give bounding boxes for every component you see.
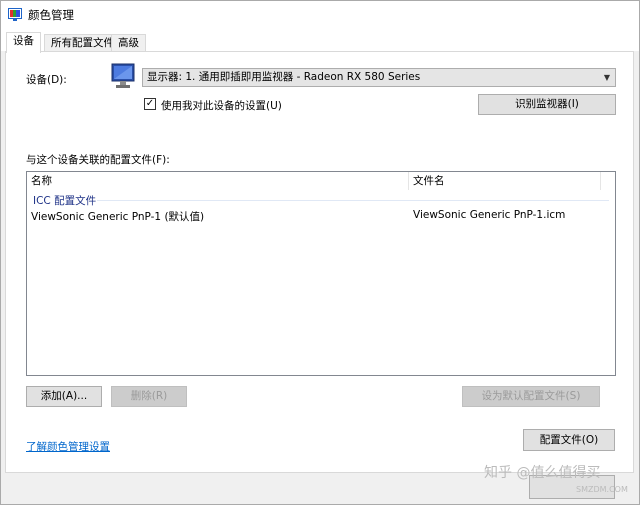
learn-more-link[interactable]: 了解颜色管理设置 bbox=[26, 439, 110, 454]
color-management-window: 颜色管理 设备 所有配置文件 高级 设备(D): 显示器: 1. 通用即插即用监… bbox=[0, 0, 640, 505]
watermark-url: SMZDM.COM bbox=[576, 485, 628, 494]
column-header-name[interactable]: 名称 bbox=[27, 172, 409, 190]
group-divider bbox=[97, 200, 609, 201]
profile-row-file[interactable]: ViewSonic Generic PnP-1.icm bbox=[413, 209, 565, 221]
device-select-value: 显示器: 1. 通用即插即用监视器 - Radeon RX 580 Series bbox=[147, 71, 421, 83]
identify-monitor-button[interactable]: 识别监视器(I) bbox=[478, 94, 616, 115]
device-select[interactable]: 显示器: 1. 通用即插即用监视器 - Radeon RX 580 Series… bbox=[142, 68, 616, 87]
tab-advanced[interactable]: 高级 bbox=[111, 34, 146, 52]
remove-button[interactable]: 删除(R) bbox=[111, 386, 187, 407]
set-default-button[interactable]: 设为默认配置文件(S) bbox=[462, 386, 600, 407]
device-label: 设备(D): bbox=[26, 74, 67, 86]
profiles-button[interactable]: 配置文件(O) bbox=[523, 429, 615, 451]
tab-device[interactable]: 设备 bbox=[6, 32, 41, 53]
monitor-icon bbox=[111, 63, 135, 88]
watermark-text: 知乎 @值么值得买 bbox=[484, 465, 601, 481]
use-settings-checkbox[interactable]: ✓ bbox=[144, 98, 156, 110]
chevron-down-icon: ▼ bbox=[603, 73, 610, 82]
color-management-icon bbox=[8, 8, 22, 21]
column-header-filename[interactable]: 文件名 bbox=[409, 172, 601, 190]
use-settings-label[interactable]: 使用我对此设备的设置(U) bbox=[161, 98, 282, 113]
profiles-label: 与这个设备关联的配置文件(F): bbox=[26, 154, 170, 166]
profile-row-name[interactable]: ViewSonic Generic PnP-1 (默认值) bbox=[31, 209, 204, 224]
title-bar[interactable]: 颜色管理 bbox=[1, 1, 639, 29]
profiles-list[interactable]: 名称 文件名 ICC 配置文件 ViewSonic Generic PnP-1 … bbox=[26, 171, 616, 376]
group-title-icc: ICC 配置文件 bbox=[33, 195, 97, 207]
window-title: 颜色管理 bbox=[28, 8, 74, 22]
tab-all-profiles[interactable]: 所有配置文件 bbox=[44, 34, 121, 52]
add-button[interactable]: 添加(A)... bbox=[26, 386, 102, 407]
